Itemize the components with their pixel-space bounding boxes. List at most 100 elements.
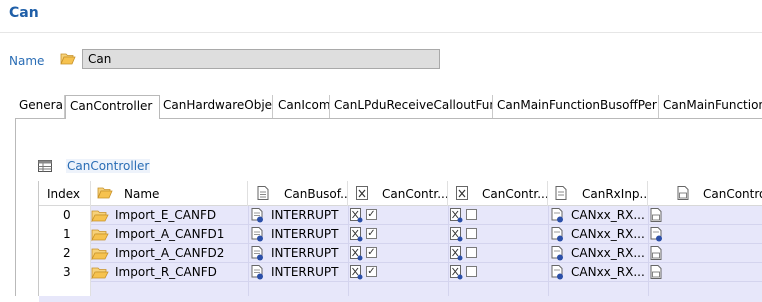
name-cell[interactable]: Import_E_CANFD bbox=[91, 206, 248, 225]
rx-input-cell[interactable]: CANxx_RX... bbox=[548, 244, 648, 263]
column-label: CanRxInp... bbox=[582, 187, 648, 201]
panel-border bbox=[15, 118, 16, 296]
checkbox-unchecked[interactable] bbox=[466, 209, 477, 220]
name-cell[interactable]: Import_R_CANFD bbox=[91, 263, 248, 282]
tab-general[interactable]: General bbox=[15, 95, 65, 118]
column-label: Name bbox=[124, 187, 160, 201]
folder-icon bbox=[91, 228, 109, 242]
boolean-value-icon bbox=[450, 227, 463, 242]
column-header-can-controller-1[interactable]: CanContr... bbox=[348, 181, 448, 206]
checkbox-checked[interactable]: ✓ bbox=[366, 209, 377, 220]
column-header-can-controller-2[interactable]: CanContr... bbox=[448, 181, 548, 206]
checkbox-unchecked[interactable] bbox=[466, 247, 477, 258]
table-row-content: 0 Import_E_CANFD INTERRUPT ✓ CANxx_RX... bbox=[39, 206, 762, 225]
boolean-value-icon bbox=[450, 246, 463, 261]
controller-1-cell[interactable]: ✓ bbox=[348, 225, 448, 244]
reference-value-icon bbox=[551, 227, 564, 242]
boolean-value-icon bbox=[450, 208, 463, 223]
reference-icon bbox=[555, 186, 567, 200]
table-icon bbox=[38, 160, 52, 172]
tab-can-main-function-w[interactable]: CanMainFunctionW bbox=[659, 95, 762, 118]
checkbox-checked[interactable]: ✓ bbox=[366, 266, 377, 277]
index-cell: 2 bbox=[63, 246, 71, 260]
rx-input-cell[interactable]: CANxx_RX... bbox=[548, 206, 648, 225]
rx-input-cell[interactable]: CANxx_RX... bbox=[548, 225, 648, 244]
controller-1-cell[interactable]: ✓ bbox=[348, 263, 448, 282]
reference-value-icon bbox=[551, 208, 564, 223]
name-cell[interactable]: Import_A_CANFD2 bbox=[91, 244, 248, 263]
numeric-value-icon bbox=[650, 265, 663, 280]
column-header-index[interactable]: Index bbox=[39, 181, 91, 206]
column-header-can-control[interactable]: CanControl bbox=[648, 181, 762, 206]
controller-2-cell[interactable] bbox=[448, 263, 548, 282]
checkbox-checked[interactable]: ✓ bbox=[366, 247, 377, 258]
column-label: CanContr... bbox=[382, 187, 448, 201]
table-row-content: 1 Import_A_CANFD1 INTERRUPT ✓ CANxx_RX..… bbox=[39, 225, 762, 244]
checkbox-unchecked[interactable] bbox=[466, 266, 477, 277]
checkbox-checked[interactable]: ✓ bbox=[366, 228, 377, 239]
control-cell[interactable] bbox=[648, 225, 762, 244]
section-title[interactable]: CanController bbox=[66, 159, 151, 173]
column-label: CanBusof... bbox=[284, 187, 348, 201]
open-folder-icon bbox=[97, 186, 113, 200]
controller-1-cell[interactable]: ✓ bbox=[348, 244, 448, 263]
table-header: Index Name CanBusof... CanContr... CanCo… bbox=[39, 181, 762, 206]
tab-can-controller[interactable]: CanController bbox=[65, 95, 160, 119]
boolean-icon bbox=[456, 186, 468, 200]
column-label: CanContr... bbox=[482, 187, 548, 201]
index-cell: 0 bbox=[63, 208, 71, 222]
name-label: Name bbox=[9, 54, 45, 68]
folder-icon bbox=[91, 247, 109, 261]
checkbox-unchecked[interactable] bbox=[466, 228, 477, 239]
busoff-cell[interactable]: INTERRUPT bbox=[248, 206, 348, 225]
title-separator bbox=[0, 32, 762, 33]
tab-can-main-function-busoff-period[interactable]: CanMainFunctionBusoffPerio bbox=[493, 95, 659, 118]
index-cell: 1 bbox=[63, 227, 71, 241]
busoff-cell[interactable]: INTERRUPT bbox=[248, 263, 348, 282]
name-cell[interactable]: Import_A_CANFD1 bbox=[91, 225, 248, 244]
open-folder-icon bbox=[60, 52, 76, 66]
boolean-value-icon bbox=[450, 265, 463, 280]
tab-can-icom[interactable]: CanIcom bbox=[274, 95, 330, 118]
controller-2-cell[interactable] bbox=[448, 206, 548, 225]
folder-icon bbox=[91, 209, 109, 223]
tab-bar: General CanController CanHardwareObject … bbox=[15, 95, 762, 119]
index-cell: 3 bbox=[63, 265, 71, 279]
table-row-content: 2 Import_A_CANFD2 INTERRUPT ✓ CANxx_RX..… bbox=[39, 244, 762, 263]
reference-value-icon bbox=[551, 265, 564, 280]
controller-2-cell[interactable] bbox=[448, 225, 548, 244]
control-cell[interactable] bbox=[648, 244, 762, 263]
name-input[interactable]: Can bbox=[82, 49, 440, 69]
controller-1-cell[interactable]: ✓ bbox=[348, 206, 448, 225]
numeric-value-icon bbox=[650, 246, 663, 261]
column-header-name[interactable]: Name bbox=[91, 181, 248, 206]
enum-value-icon bbox=[251, 246, 264, 261]
tab-can-lpdu-receive-callout-func[interactable]: CanLPduReceiveCalloutFunc bbox=[330, 95, 493, 118]
control-cell[interactable] bbox=[648, 206, 762, 225]
boolean-value-icon bbox=[350, 265, 363, 280]
boolean-value-icon bbox=[350, 227, 363, 242]
editor-title: Can bbox=[9, 5, 39, 21]
table-row-content: 3 Import_R_CANFD INTERRUPT ✓ CANxx_RX... bbox=[39, 263, 762, 282]
table-row-empty bbox=[39, 282, 762, 302]
boolean-icon bbox=[356, 186, 368, 200]
column-header-can-busoff[interactable]: CanBusof... bbox=[248, 181, 348, 206]
column-header-can-rx-input[interactable]: CanRxInp... bbox=[548, 181, 648, 206]
enum-value-icon bbox=[251, 227, 264, 242]
busoff-cell[interactable]: INTERRUPT bbox=[248, 225, 348, 244]
folder-icon bbox=[91, 266, 109, 280]
document-icon bbox=[257, 186, 269, 200]
control-cell[interactable] bbox=[648, 263, 762, 282]
rx-input-cell[interactable]: CANxx_RX... bbox=[548, 263, 648, 282]
enum-value-icon bbox=[251, 208, 264, 223]
boolean-value-icon bbox=[350, 246, 363, 261]
busoff-cell[interactable]: INTERRUPT bbox=[248, 244, 348, 263]
reference-value-icon bbox=[551, 246, 564, 261]
tab-can-hardware-object[interactable]: CanHardwareObject bbox=[161, 95, 273, 118]
numeric-icon bbox=[677, 186, 689, 200]
reference-value-icon bbox=[650, 227, 663, 242]
controller-2-cell[interactable] bbox=[448, 244, 548, 263]
column-label: Index bbox=[47, 187, 81, 201]
column-label: CanControl bbox=[703, 187, 762, 201]
enum-value-icon bbox=[251, 265, 264, 280]
